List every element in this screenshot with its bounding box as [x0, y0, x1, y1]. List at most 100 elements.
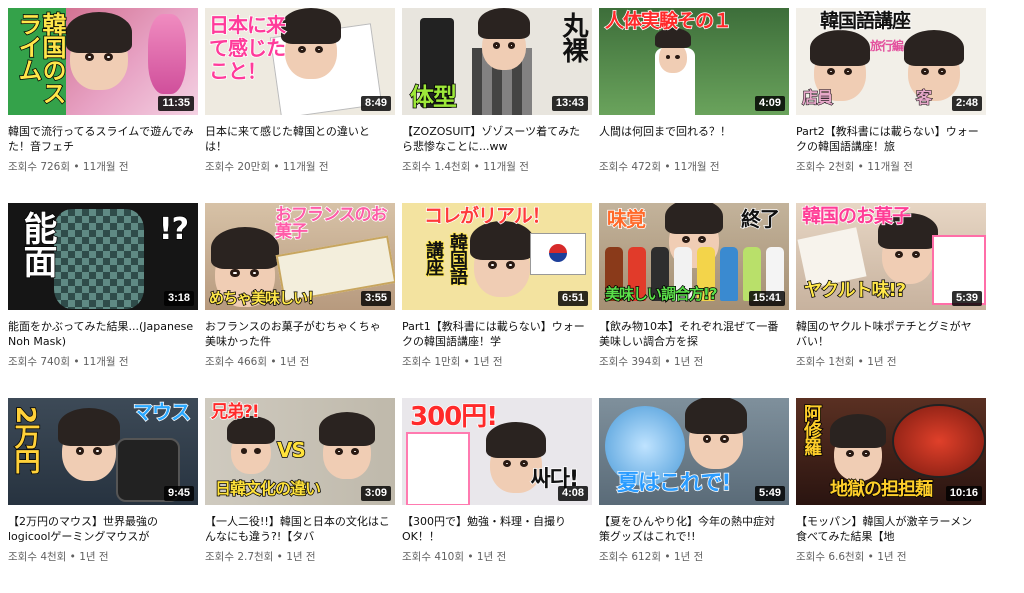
video-thumbnail[interactable]: 能面!? 3:18 — [8, 203, 198, 310]
video-title[interactable]: 【一人二役!!】韓国と日本の文化はこんなにも違う?!【タバ — [205, 514, 395, 544]
video-card[interactable]: 韓国語講座 旅行編 店員 客 2:48 Part2【教科書には載らない】ウォークの韓国語講… — [796, 8, 986, 203]
upload-age: 1년 전 — [673, 551, 704, 563]
thumbnail-caption: 地獄の担担麺 — [829, 479, 934, 500]
thumbnail-caption: 兄弟?! — [210, 402, 260, 422]
thumbnail-caption: 能面 — [16, 210, 58, 278]
video-thumbnail[interactable]: コレがリアル！ 韓国語 講座 6:51 — [402, 203, 592, 310]
slime-blob — [148, 14, 186, 94]
eye — [507, 42, 515, 49]
video-card[interactable]: 体型 丸裸 13:43 【ZOZOSUIT】ゾゾスーツ着てみたら悲惨なことに...ww… — [402, 8, 592, 203]
person-hair — [211, 227, 279, 269]
video-thumbnail[interactable]: 夏はこれで! 5:49 — [599, 398, 789, 505]
video-card[interactable]: 2万円 マウス 9:45 【2万円のマウス】世界最強のlogicoolゲーミングマウス… — [8, 398, 198, 593]
video-title[interactable]: 【300円で】勉強・料理・自撮りOK！！ — [402, 514, 592, 544]
duration-badge: 8:49 — [360, 96, 391, 111]
video-card[interactable]: 韓国のスライム 11:35 韓国で流行ってるスライムで遊んでみた！音フェチ 조회수 7… — [8, 8, 198, 203]
video-title[interactable]: おフランスのお菓子がむちゃくちゃ美味かった件 — [205, 319, 395, 349]
video-title[interactable]: 韓国のヤクルト味ポテチとグミがヤバい！ — [796, 319, 986, 349]
video-title[interactable]: 韓国で流行ってるスライムで遊んでみた！音フェチ — [8, 124, 198, 154]
video-card[interactable]: 日本に来て感じたこと！ 8:49 日本に来て感じた韓国との違いとは！ 조회수 20만회… — [205, 8, 395, 203]
video-thumbnail[interactable]: 韓国のスライム 11:35 — [8, 8, 198, 115]
video-card[interactable]: 能面!? 3:18 能面をかぶってみた結果...(Japanese Noh Mask… — [8, 203, 198, 398]
upload-age: 1년 전 — [286, 551, 316, 563]
eye — [938, 68, 947, 76]
video-thumbnail[interactable]: 体型 丸裸 13:43 — [402, 8, 592, 115]
eye — [493, 42, 501, 49]
eye — [698, 236, 706, 244]
video-title[interactable]: Part2【教科書には載らない】ウォークの韓国語講座！旅 — [796, 124, 986, 154]
thumbnail-caption: 韓国のお菓子 — [801, 205, 912, 227]
eye — [488, 260, 497, 269]
person-hair — [665, 203, 723, 234]
video-title[interactable]: 人間は何回まで回れる？！ — [599, 124, 789, 154]
thumbnail-caption: 韓国のスライム — [13, 11, 67, 105]
eye — [241, 448, 248, 455]
upload-age: 1년 전 — [79, 551, 109, 563]
video-meta: 조회수 726회 • 11개월 전 — [8, 160, 198, 174]
view-count: 조회수 6.6천회 — [796, 551, 865, 563]
video-card[interactable]: 300円! 싸다! 4:08 【300円で】勉強・料理・自撮りOK！！ 조회수 410회… — [402, 398, 592, 593]
video-thumbnail[interactable]: 300円! 싸다! 4:08 — [402, 398, 592, 505]
video-title[interactable]: 能面をかぶってみた結果...(Japanese Noh Mask) — [8, 319, 198, 349]
eye — [681, 236, 690, 244]
person-hair — [58, 408, 120, 446]
eye — [93, 446, 102, 455]
video-thumbnail[interactable]: 味覚 終了 美味しい調合方!? 15:41 — [599, 203, 789, 310]
video-card[interactable]: コレがリアル！ 韓国語 講座 6:51 Part1【教科書には載らない】ウォークの韓国語… — [402, 203, 592, 398]
eye — [827, 68, 836, 76]
eye — [84, 52, 94, 62]
thumbnail-caption: 美味しい調合方!? — [604, 285, 718, 303]
upload-age: 1년 전 — [877, 551, 907, 563]
video-card[interactable]: 兄弟?! VS 日韓文化の違い 3:09 【一人二役!!】韓国と日本の文化はこんなにも違… — [205, 398, 395, 593]
video-thumbnail[interactable]: 日本に来て感じたこと！ 8:49 — [205, 8, 395, 115]
video-card[interactable]: おフランスのお菓子 めちゃ美味しい！ 3:55 おフランスのお菓子がむちゃくちゃ美味か… — [205, 203, 395, 398]
eye — [503, 460, 512, 468]
thumbnail-caption: !? — [158, 212, 190, 247]
meta-separator: • — [70, 161, 83, 173]
video-title[interactable]: 【ZOZOSUIT】ゾゾスーツ着てみたら悲惨なことに...ww — [402, 124, 592, 154]
video-thumbnail[interactable]: 阿修羅 地獄の担担麺 10:16 — [796, 398, 986, 505]
person-hair — [478, 8, 530, 39]
video-thumbnail[interactable]: 韓国語講座 旅行編 店員 客 2:48 — [796, 8, 986, 115]
video-card[interactable]: 夏はこれで! 5:49 【夏をひんやり化】今年の熱中症対策グッズはこれで!! 조회수 … — [599, 398, 789, 593]
video-grid: 韓国のスライム 11:35 韓国で流行ってるスライムで遊んでみた！音フェチ 조회수 7… — [8, 8, 1012, 575]
video-thumbnail[interactable]: 人体実験その１ 4:09 — [599, 8, 789, 115]
duration-badge: 9:45 — [163, 486, 194, 501]
video-title[interactable]: 日本に来て感じた韓国との違いとは！ — [205, 124, 395, 154]
product-box — [406, 432, 470, 505]
upload-age: 11개월 전 — [282, 161, 329, 173]
video-thumbnail[interactable]: おフランスのお菓子 めちゃ美味しい！ 3:55 — [205, 203, 395, 310]
view-count: 조회수 740회 — [8, 356, 71, 368]
eye — [844, 68, 853, 76]
view-count: 조회수 466회 — [205, 356, 268, 368]
thumbnail-caption: 夏はこれで! — [616, 471, 732, 496]
video-card[interactable]: 味覚 終了 美味しい調合方!? 15:41 【飲み物10本】それぞれ混ぜて一番美味しい調… — [599, 203, 789, 398]
thumbnail-caption: 2万円 — [9, 405, 41, 474]
video-card[interactable]: 阿修羅 地獄の担担麺 10:16 【モッパン】韓国人が激辛ラーメン食べてみた結果【地 조… — [796, 398, 986, 593]
upload-age: 11개월 전 — [483, 161, 529, 173]
video-card[interactable]: 韓国のお菓子 ヤクルト味!? 5:39 韓国のヤクルト味ポテチとグミがヤバい！ 조회수 … — [796, 203, 986, 398]
video-thumbnail[interactable]: 兄弟?! VS 日韓文化の違い 3:09 — [205, 398, 395, 505]
eye — [315, 46, 324, 54]
bottle — [720, 247, 738, 301]
eye — [254, 448, 261, 455]
eye — [720, 434, 729, 443]
video-thumbnail[interactable]: 2万円 マウス 9:45 — [8, 398, 198, 505]
video-title[interactable]: 【飲み物10本】それぞれ混ぜて一番美味しい調合方を探 — [599, 319, 789, 349]
video-title[interactable]: 【モッパン】韓国人が激辛ラーメン食べてみた結果【地 — [796, 514, 986, 544]
person-hair — [830, 414, 886, 448]
eye — [249, 268, 260, 278]
video-thumbnail[interactable]: 韓国のお菓子 ヤクルト味!? 5:39 — [796, 203, 986, 310]
video-meta: 조회수 6.6천회 • 1년 전 — [796, 550, 986, 564]
video-card[interactable]: 人体実験その１ 4:09 人間は何回まで回れる？！ 조회수 472회 • 11개월 전 — [599, 8, 789, 203]
video-title[interactable]: Part1【教科書には載らない】ウォークの韓国語講座！学 — [402, 319, 592, 349]
video-meta: 조회수 740회 • 11개월 전 — [8, 355, 198, 369]
video-title[interactable]: 【2万円のマウス】世界最強のlogicoolゲーミングマウスが — [8, 514, 198, 544]
duration-badge: 2:48 — [951, 96, 982, 111]
video-title[interactable]: 【夏をひんやり化】今年の熱中症対策グッズはこれで!! — [599, 514, 789, 544]
eye — [230, 268, 240, 278]
duration-badge: 4:09 — [754, 96, 785, 111]
view-count: 조회수 472회 — [599, 161, 662, 173]
thumbnail-caption: 終了 — [740, 207, 781, 231]
meta-separator: • — [70, 356, 83, 368]
